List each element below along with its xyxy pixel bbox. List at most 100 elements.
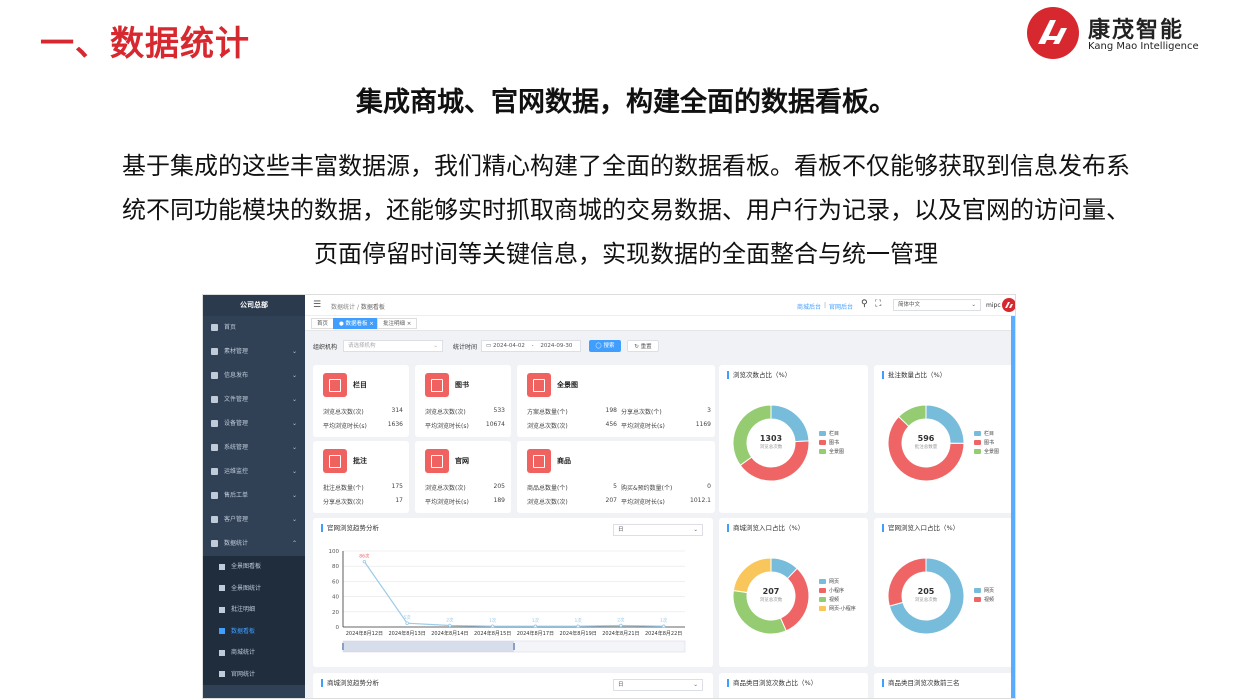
legend-item[interactable]: 网页 (974, 587, 994, 596)
sidebar-subitem[interactable]: 全景图看板 (203, 556, 305, 578)
donut-center-label: 批注总数量 (914, 445, 938, 450)
scrollbar[interactable] (1011, 316, 1015, 698)
menu-icon (211, 492, 218, 499)
legend-item[interactable]: 视频 (819, 596, 856, 605)
donut-legend: 网页 视频 (974, 587, 994, 605)
user-name[interactable]: mipc (986, 302, 1001, 309)
fullscreen-icon[interactable]: ⛶ (875, 299, 881, 309)
sidebar-item[interactable]: 数据统计 ⌃ (203, 532, 305, 556)
submenu-icon (219, 671, 225, 677)
sidebar-subitem[interactable]: 官网统计 (203, 663, 305, 685)
sidebar-item[interactable]: 设备管理 ⌄ (203, 412, 305, 436)
legend-item[interactable]: 网页 (819, 578, 856, 587)
sidebar-subitem[interactable]: 批注明细 (203, 599, 305, 621)
menu-icon (211, 372, 218, 379)
zoom-handle-left[interactable] (342, 643, 344, 650)
sidebar-item[interactable]: 客户管理 ⌄ (203, 508, 305, 532)
calendar-icon: ▭ (486, 343, 493, 349)
search-button[interactable]: ◯ 搜索 (589, 340, 621, 352)
language-select[interactable]: 简体中文 ⌄ (893, 299, 981, 311)
data-point[interactable] (490, 624, 495, 628)
x-tick-label: 2024年8月19日 (559, 630, 596, 637)
data-label: 2次 (446, 616, 454, 623)
paragraph-line: 统不同功能模块的数据，还能够实时抓取商城的交易数据、用户行为记录，以及官网的访问… (122, 196, 1130, 224)
stat-card: 商品 商品总数量(个) 5 购买&预约数量(个) 0 浏览总次数(次) 207 平均浏览时长(… (517, 441, 715, 513)
user-avatar-icon[interactable] (1002, 298, 1016, 312)
hamburger-icon[interactable]: ☰ (313, 300, 321, 310)
zoom-handle-right[interactable] (513, 643, 515, 650)
legend-swatch (974, 439, 981, 445)
data-point[interactable] (362, 559, 367, 564)
legend-item[interactable]: 全景图 (974, 448, 999, 457)
tab-dashboard[interactable]: ● 数据看板 × (333, 318, 380, 329)
submenu-icon (219, 585, 225, 591)
slide-subtitle: 集成商城、官网数据，构建全面的数据看板。 (356, 87, 896, 118)
card-title: 商品类目浏览次数占比（%） (727, 679, 817, 687)
search-icon[interactable]: ⚲ (861, 299, 868, 309)
sidebar-subitem[interactable]: 商城统计 (203, 642, 305, 664)
stat-label: 商品总数量(个) (527, 485, 568, 492)
sidebar-item-label: 售后工单 (224, 492, 249, 499)
sidebar-item-label: 系统管理 (224, 444, 249, 451)
stat-card-title: 图书 (455, 381, 469, 389)
legend-item[interactable]: 图书 (819, 439, 844, 448)
logo-text-en: Kang Mao Intelligence (1088, 41, 1199, 52)
sidebar-item-label: 数据统计 (224, 540, 249, 547)
chevron-down-icon: ⌄ (433, 343, 438, 349)
stat-label: 浏览总次数(次) (425, 485, 466, 492)
sidebar-item[interactable]: 售后工单 ⌄ (203, 484, 305, 508)
tab-annotation-detail[interactable]: 批注明细 × (377, 318, 418, 329)
sidebar-item[interactable]: 文件管理 ⌄ (203, 388, 305, 412)
tab-home[interactable]: 首页 (311, 318, 335, 329)
legend-label: 全景图 (829, 448, 845, 455)
date-range-picker[interactable]: ▭ 2024-04-02 - 2024-09-30 (481, 340, 581, 352)
chevron-icon: ⌄ (291, 348, 297, 355)
sidebar-item[interactable]: 系统管理 ⌄ (203, 436, 305, 460)
x-tick-label: 2024年8月15日 (474, 630, 511, 637)
sidebar-item[interactable]: 运维监控 ⌄ (203, 460, 305, 484)
reset-button[interactable]: ↻ 重置 (627, 340, 659, 352)
data-point[interactable] (661, 624, 666, 628)
donut-total: 207 (762, 587, 780, 596)
filter-bar: 组织机构 请选择机构 ⌄ 统计时间 ▭ 2024-04-02 - 2024-09… (305, 331, 1015, 361)
submenu-icon (219, 649, 225, 656)
sidebar-item[interactable]: 素材管理 ⌄ (203, 340, 305, 364)
legend-item[interactable]: 全景图 (819, 448, 844, 457)
org-select[interactable]: 请选择机构 ⌄ (343, 340, 443, 352)
donut-center-label: 浏览总次数 (759, 445, 783, 450)
stat-label: 方案总数量(个) (527, 409, 568, 416)
menu-icon (211, 420, 218, 427)
legend-swatch (819, 606, 826, 611)
legend-item[interactable]: 小程序 (819, 587, 856, 596)
stat-label: 平均浏览时长(s) (621, 499, 665, 506)
data-label: 5次 (403, 614, 411, 621)
sidebar-item-label: 信息发布 (224, 372, 249, 379)
stat-value: 10674 (485, 421, 505, 428)
sidebar-subitem[interactable]: 数据看板 (203, 620, 305, 642)
link-site-admin[interactable]: 官网后台 (829, 302, 853, 311)
legend-label: 视频 (829, 597, 840, 603)
period-select[interactable]: 日 ⌄ (613, 679, 703, 691)
data-point[interactable] (533, 624, 538, 628)
sidebar-item[interactable]: 首页 (203, 316, 305, 340)
y-tick-label: 40 (332, 595, 339, 601)
sidebar-subitem[interactable]: 全景图统计 (203, 577, 305, 599)
legend-item[interactable]: 栏目 (819, 430, 844, 439)
zoom-slider-window[interactable] (343, 641, 514, 652)
sidebar-subitem-label: 数据看板 (231, 627, 256, 635)
paragraph-line: 基于集成的这些丰富数据源，我们精心构建了全面的数据看板。看板不仅能够获取到信息发… (122, 152, 1130, 180)
donut-card: 商城浏览入口占比（%） 207 浏览总次数 网页 小程序 视频 网页-小程序 (719, 518, 868, 667)
data-point[interactable] (576, 624, 580, 628)
top-navbar: ☰ 数据统计 / 数据看板 商城后台 | 官网后台 ⚲ ⛶ 简体中文 ⌄ mip… (305, 295, 1016, 316)
y-tick-label: 0 (336, 625, 340, 631)
link-mall-admin[interactable]: 商城后台 (797, 302, 821, 311)
legend-item[interactable]: 图书 (974, 439, 999, 448)
breadcrumb-item[interactable]: 数据统计 (331, 304, 355, 311)
legend-item[interactable]: 栏目 (974, 430, 999, 439)
legend-item[interactable]: 视频 (974, 596, 994, 605)
sidebar-item[interactable]: 信息发布 ⌄ (203, 364, 305, 388)
legend-item[interactable]: 网页-小程序 (819, 605, 856, 614)
data-point[interactable] (448, 623, 452, 628)
data-point[interactable] (405, 621, 409, 625)
data-point[interactable] (619, 623, 623, 628)
